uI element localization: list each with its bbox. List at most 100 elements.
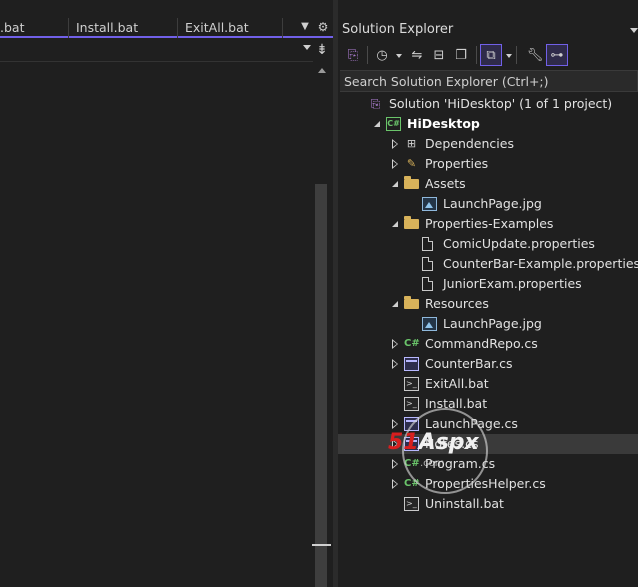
collapsed-arrow-icon[interactable] xyxy=(392,459,399,469)
panel-title: Solution Explorer xyxy=(342,22,454,37)
editor-pane: .bat Install.bat ExitAll.bat ▼ ⚙ ⇟ xyxy=(0,0,333,587)
show-all-files-icon[interactable]: ❐ xyxy=(450,44,472,66)
tree-item-label: Uninstall.bat xyxy=(425,496,504,511)
chevron-down-icon[interactable]: ▼ xyxy=(298,20,312,34)
scroll-position-marker xyxy=(312,544,331,546)
expanded-arrow-icon[interactable] xyxy=(386,301,398,307)
collapsed-arrow-icon[interactable] xyxy=(392,419,399,429)
solution-explorer-toolbar: ⎘ ◷ ⇋ ⊟ ❐ ⧉ 🔧︎ ⊶ xyxy=(338,42,638,68)
tree-item[interactable]: >_ Uninstall.bat xyxy=(338,494,638,514)
batch-file-icon: >_ xyxy=(404,397,419,411)
folder-icon xyxy=(404,216,419,229)
csharp-project-icon: C# xyxy=(386,117,401,131)
form-file-icon xyxy=(404,417,419,431)
file-icon xyxy=(422,277,433,291)
expanded-arrow-icon[interactable] xyxy=(386,221,398,227)
tree-item[interactable]: Assets xyxy=(338,174,638,194)
chevron-down-icon[interactable] xyxy=(506,54,512,58)
properties-icon: ✎ xyxy=(406,157,417,170)
tree-item[interactable]: Properties-Examples xyxy=(338,214,638,234)
collapsed-arrow-icon[interactable] xyxy=(392,439,399,449)
split-window-icon[interactable]: ⇟ xyxy=(313,40,331,62)
tree-item[interactable]: Notes.cs xyxy=(338,434,638,454)
switch-views-icon[interactable]: ⎘ xyxy=(342,44,364,66)
scrollbar-thumb[interactable] xyxy=(315,184,327,587)
tree-item-label: LaunchPage.jpg xyxy=(443,316,542,331)
collapsed-arrow-icon[interactable] xyxy=(392,359,399,369)
chevron-down-icon[interactable] xyxy=(396,54,402,58)
collapsed-arrow-icon[interactable] xyxy=(392,479,399,489)
tree-item-label: CommandRepo.cs xyxy=(425,336,538,351)
tree-item-label: LaunchPage.jpg xyxy=(443,196,542,211)
tree-item-label: CounterBar-Example.properties xyxy=(443,256,638,271)
document-tab-bar: .bat Install.bat ExitAll.bat ▼ ⚙ xyxy=(0,18,333,38)
image-file-icon xyxy=(422,197,437,211)
tree-item-label: Resources xyxy=(425,296,489,311)
dependencies-icon: ⊞ xyxy=(406,137,417,150)
tree-item[interactable]: LaunchPage.cs xyxy=(338,414,638,434)
collapsed-arrow-icon[interactable] xyxy=(392,139,399,149)
panel-menu-icon[interactable] xyxy=(630,28,638,33)
form-file-icon xyxy=(404,357,419,371)
tree-item[interactable]: LaunchPage.jpg xyxy=(338,194,638,214)
csharp-file-icon: C# xyxy=(404,478,420,489)
tree-item[interactable]: C# Program.cs xyxy=(338,454,638,474)
tree-item-label: Properties xyxy=(425,156,489,171)
folder-icon xyxy=(404,176,419,189)
preview-selected-items-icon[interactable]: ⊶ xyxy=(546,44,568,66)
navigation-dropdown-icon[interactable] xyxy=(303,45,311,50)
tree-item[interactable]: ⊞ Dependencies xyxy=(338,134,638,154)
tree-item[interactable]: >_ ExitAll.bat xyxy=(338,374,638,394)
tree-item-label: Solution 'HiDesktop' (1 of 1 project) xyxy=(389,96,613,111)
tree-item-label: Dependencies xyxy=(425,136,514,151)
scroll-up-icon[interactable] xyxy=(318,68,326,73)
collapsed-arrow-icon[interactable] xyxy=(392,159,399,169)
expanded-arrow-icon[interactable] xyxy=(386,181,398,187)
batch-file-icon: >_ xyxy=(404,377,419,391)
tree-item[interactable]: JuniorExam.properties xyxy=(338,274,638,294)
file-icon xyxy=(422,237,433,251)
csharp-file-icon: C# xyxy=(404,458,420,469)
vertical-scrollbar[interactable] xyxy=(312,62,331,587)
tree-item[interactable]: LaunchPage.jpg xyxy=(338,314,638,334)
form-file-icon xyxy=(404,437,419,451)
batch-file-icon: >_ xyxy=(404,497,419,511)
tree-item-label: Properties-Examples xyxy=(425,216,554,231)
tree-item[interactable]: ✎ Properties xyxy=(338,154,638,174)
csharp-file-icon: C# xyxy=(404,338,420,349)
tree-item-label: ExitAll.bat xyxy=(425,376,489,391)
file-icon xyxy=(422,257,433,271)
tree-item-label: Assets xyxy=(425,176,466,191)
tree-item[interactable]: ComicUpdate.properties xyxy=(338,234,638,254)
tree-item[interactable]: ⎘ Solution 'HiDesktop' (1 of 1 project) xyxy=(338,94,638,114)
collapsed-arrow-icon[interactable] xyxy=(392,339,399,349)
expanded-arrow-icon[interactable] xyxy=(368,121,380,127)
search-input[interactable] xyxy=(340,70,638,92)
tree-item[interactable]: C# CommandRepo.cs xyxy=(338,334,638,354)
solution-icon: ⎘ xyxy=(370,97,381,111)
tree-item[interactable]: >_ Install.bat xyxy=(338,394,638,414)
tree-item-label: LaunchPage.cs xyxy=(425,416,518,431)
tree-item-label: JuniorExam.properties xyxy=(443,276,582,291)
tab-bat[interactable]: .bat xyxy=(0,18,69,38)
collapse-all-icon[interactable]: ⊟ xyxy=(428,44,450,66)
tree-item-label: Notes.cs xyxy=(425,436,479,451)
tree-item-label: PropertiesHelper.cs xyxy=(425,476,546,491)
show-scope-icon[interactable]: ⧉ xyxy=(480,44,502,66)
tab-exitall-bat[interactable]: ExitAll.bat xyxy=(179,18,283,38)
tree-item[interactable]: C# HiDesktop xyxy=(338,114,638,134)
solution-explorer-panel: Solution Explorer ⎘ ◷ ⇋ ⊟ ❐ ⧉ 🔧︎ ⊶ ⎘ Solu… xyxy=(338,0,638,587)
wrench-icon[interactable]: 🔧︎ xyxy=(524,44,546,66)
tree-item-label: CounterBar.cs xyxy=(425,356,513,371)
tree-item[interactable]: C# PropertiesHelper.cs xyxy=(338,474,638,494)
tree-item-label: Install.bat xyxy=(425,396,488,411)
gear-icon[interactable]: ⚙ xyxy=(316,20,330,34)
tree-item[interactable]: CounterBar-Example.properties xyxy=(338,254,638,274)
tree-item[interactable]: CounterBar.cs xyxy=(338,354,638,374)
pending-changes-filter-icon[interactable]: ◷ xyxy=(371,44,393,66)
navigation-bar[interactable] xyxy=(0,40,313,62)
tab-install-bat[interactable]: Install.bat xyxy=(70,18,178,38)
tree-item-label: Program.cs xyxy=(425,456,496,471)
sync-with-document-icon[interactable]: ⇋ xyxy=(406,44,428,66)
tree-item[interactable]: Resources xyxy=(338,294,638,314)
